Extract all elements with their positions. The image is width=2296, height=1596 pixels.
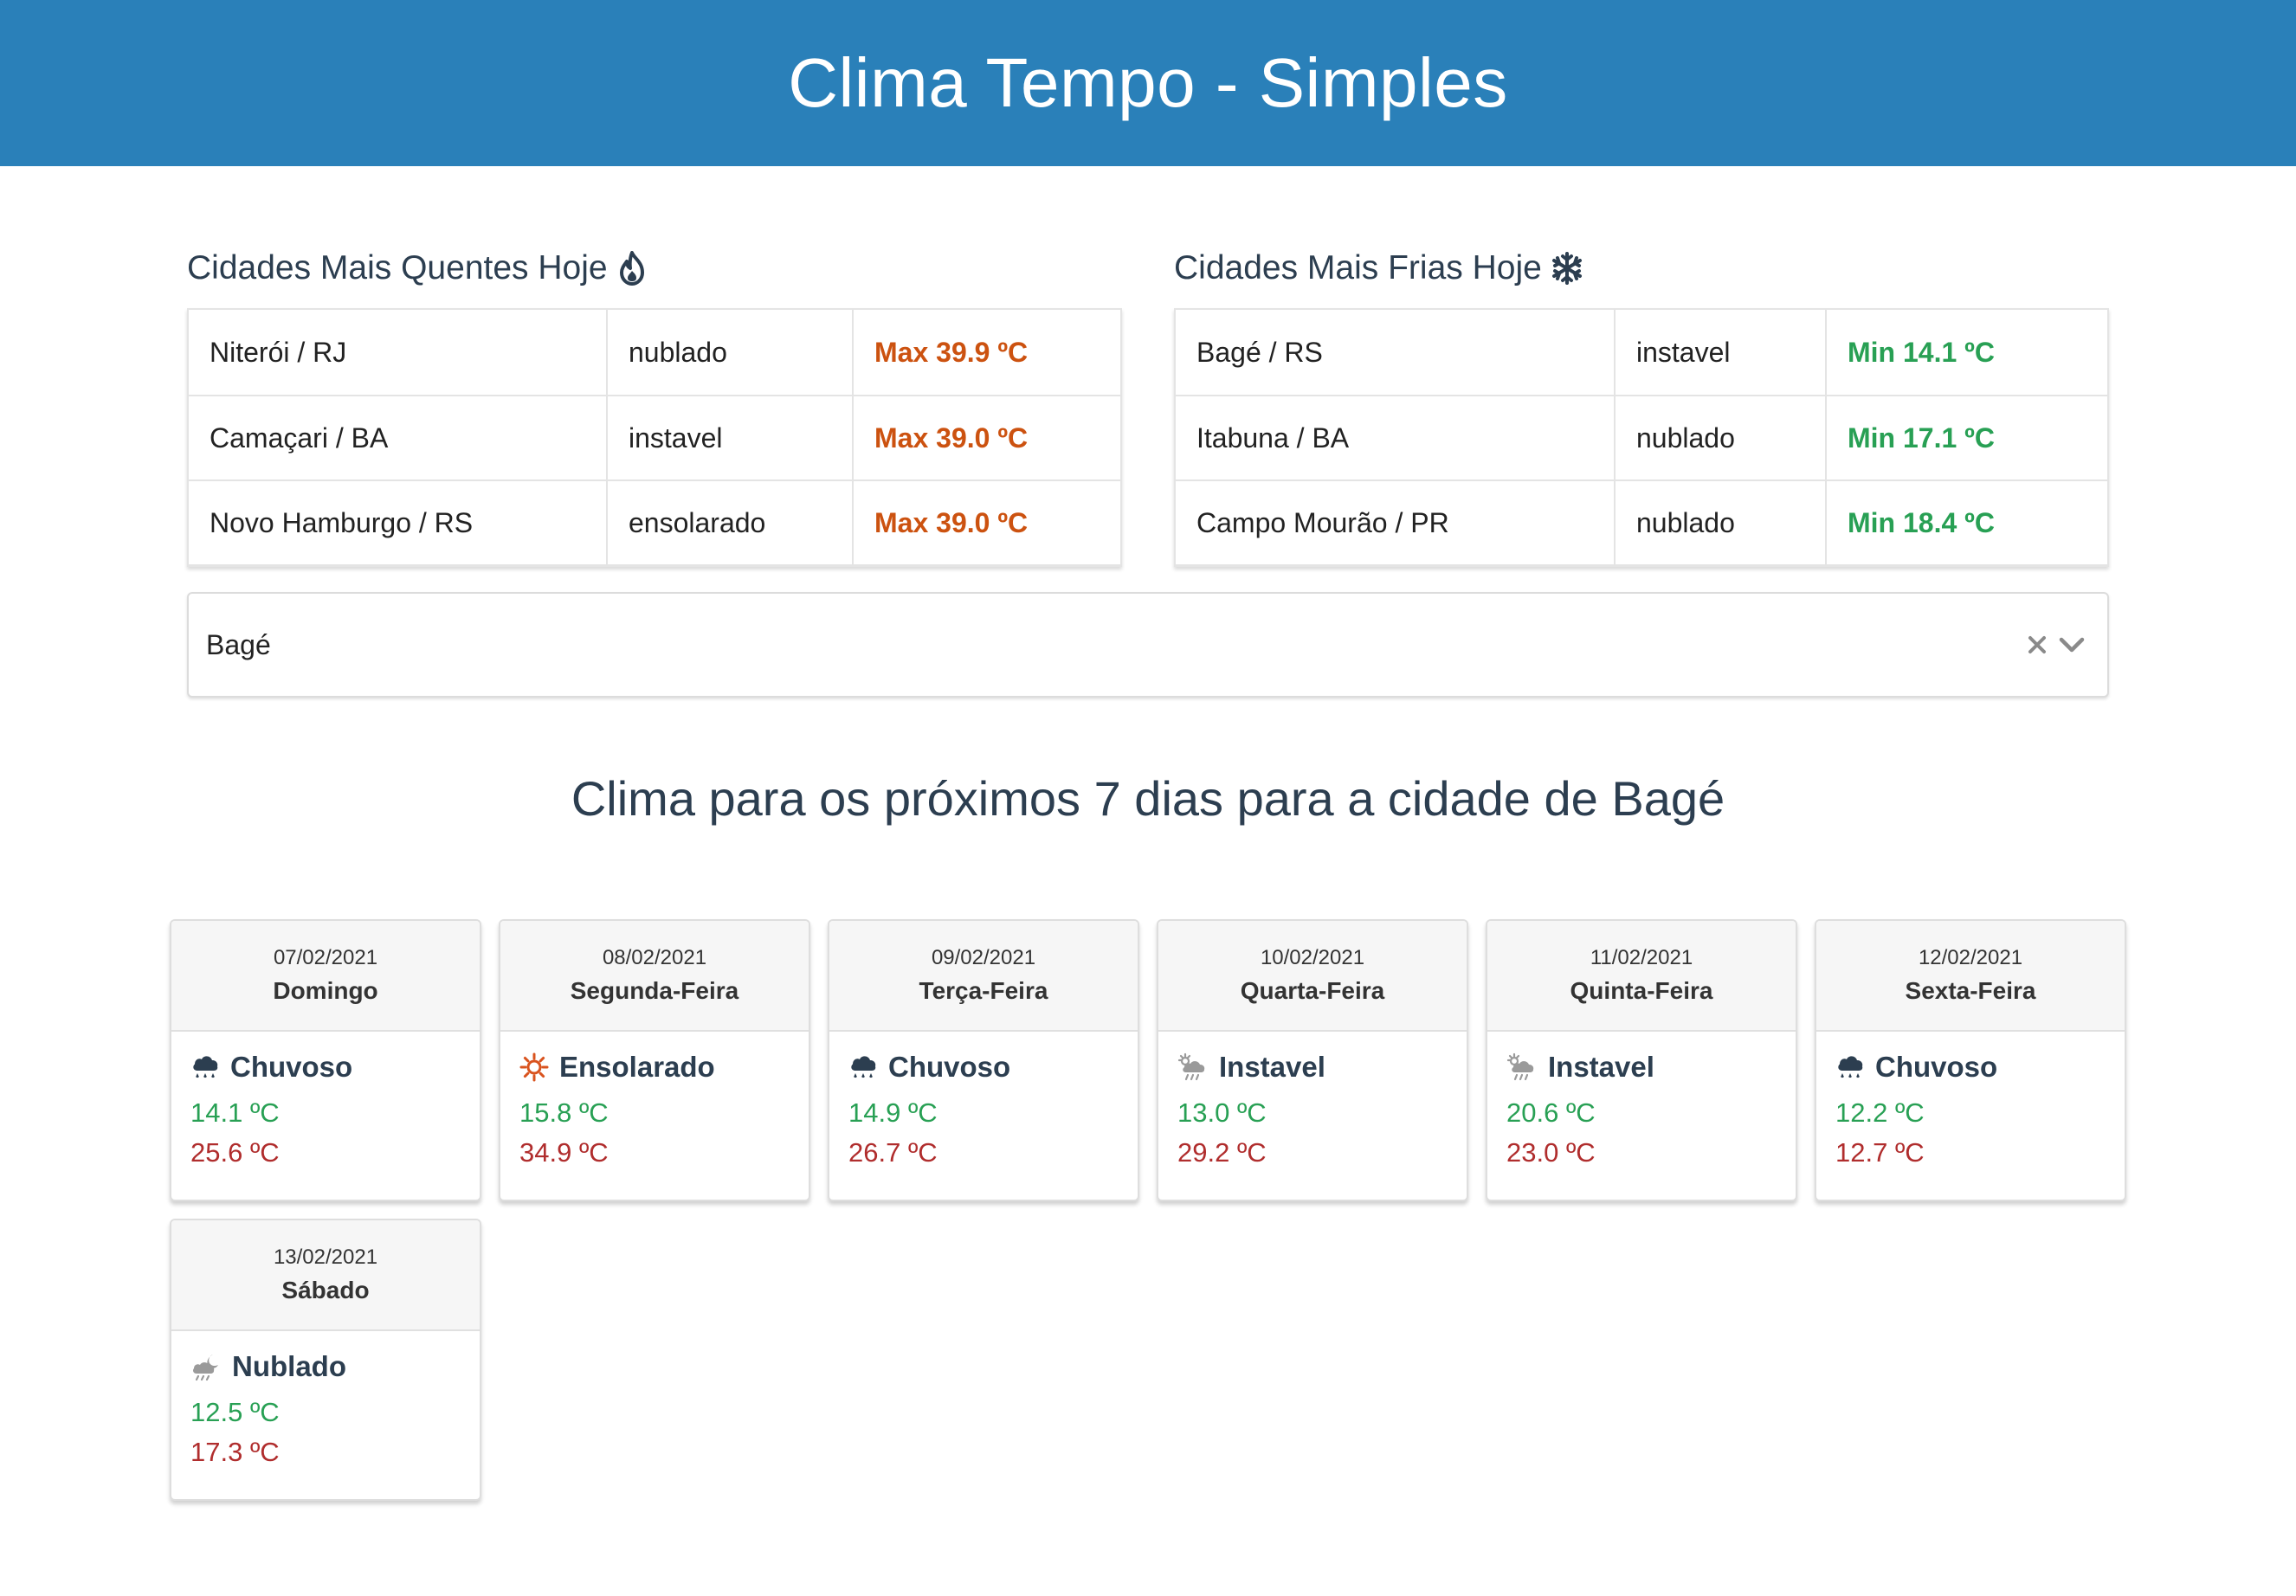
hottest-cities-table: Niterói / RJ nublado Max 39.9 ºC Camaçar… bbox=[187, 308, 1122, 567]
coldest-cities-label: Cidades Mais Frias Hoje bbox=[1174, 249, 1542, 286]
forecast-day-header: 09/02/2021 Terça-Feira bbox=[829, 921, 1138, 1032]
forecast-day-card: 07/02/2021 Domingo Chuvoso 14.1 ºC 25.6 … bbox=[170, 919, 481, 1201]
forecast-max-temp: 23.0 ºC bbox=[1506, 1137, 1596, 1168]
forecast-weekday: Sábado bbox=[281, 1277, 370, 1303]
city-select[interactable]: Bagé bbox=[187, 592, 2109, 698]
forecast-day-card: 13/02/2021 Sábado Nublado 12.5 ºC 17.3 º… bbox=[170, 1219, 481, 1501]
forecast-min-temp: 14.9 ºC bbox=[848, 1097, 938, 1128]
forecast-min-temp: 20.6 ºC bbox=[1506, 1097, 1596, 1128]
table-row: Camaçari / BA instavel Max 39.0 ºC bbox=[189, 395, 1120, 479]
forecast-weekday: Domingo bbox=[273, 977, 378, 1004]
forecast-max-temp: 17.3 ºC bbox=[190, 1437, 280, 1467]
city-condition: instavel bbox=[606, 396, 852, 479]
sun-icon bbox=[519, 1052, 549, 1082]
forecast-weekday: Quarta-Feira bbox=[1240, 977, 1385, 1004]
app-header: Clima Tempo - Simples bbox=[0, 0, 2296, 166]
city-name: Novo Hamburgo / RS bbox=[210, 506, 474, 538]
moon-rain-cloud-icon bbox=[190, 1352, 222, 1381]
forecast-min-temp: 13.0 ºC bbox=[1177, 1097, 1267, 1128]
city-min-temp: Min 18.4 ºC bbox=[1825, 481, 2107, 564]
forecast-min-temp: 12.5 ºC bbox=[190, 1397, 280, 1427]
close-icon bbox=[2028, 636, 2046, 653]
coldest-cities-title: Cidades Mais Frias Hoje bbox=[1174, 249, 1583, 287]
city-name: Itabuna / BA bbox=[1196, 422, 1350, 454]
chevron-down-icon bbox=[2059, 637, 2085, 653]
city-condition: instavel bbox=[1614, 310, 1825, 395]
forecast-day-card: 09/02/2021 Terça-Feira Chuvoso 14.9 ºC 2… bbox=[828, 919, 1139, 1201]
city-condition: nublado bbox=[606, 310, 852, 395]
rain-cloud-icon bbox=[848, 1052, 878, 1082]
forecast-day-header: 12/02/2021 Sexta-Feira bbox=[1816, 921, 2125, 1032]
dropdown-toggle-button[interactable] bbox=[2059, 636, 2085, 653]
city-max-temp: Max 39.0 ºC bbox=[852, 481, 1120, 564]
forecast-weekday: Terça-Feira bbox=[919, 977, 1048, 1004]
forecast-day-card: 12/02/2021 Sexta-Feira Chuvoso 12.2 ºC 1… bbox=[1815, 919, 2126, 1201]
forecast-min-temp: 12.2 ºC bbox=[1835, 1097, 1925, 1128]
city-max-temp: Max 39.9 ºC bbox=[852, 310, 1120, 395]
forecast-day-header: 10/02/2021 Quarta-Feira bbox=[1158, 921, 1467, 1032]
forecast-date: 07/02/2021 bbox=[273, 946, 378, 969]
sun-rain-cloud-icon bbox=[1177, 1052, 1209, 1082]
table-row: Itabuna / BA nublado Min 17.1 ºC bbox=[1176, 395, 2107, 479]
forecast-max-temp: 12.7 ºC bbox=[1835, 1137, 1925, 1168]
city-condition: nublado bbox=[1614, 396, 1825, 479]
city-min-temp: Min 14.1 ºC bbox=[1825, 310, 2107, 395]
forecast-day-header: 11/02/2021 Quinta-Feira bbox=[1487, 921, 1796, 1032]
forecast-min-temp: 15.8 ºC bbox=[519, 1097, 609, 1128]
forecast-date: 08/02/2021 bbox=[602, 946, 707, 969]
hottest-cities-label: Cidades Mais Quentes Hoje bbox=[187, 249, 608, 286]
app-title: Clima Tempo - Simples bbox=[788, 44, 1508, 121]
table-row: Bagé / RS instavel Min 14.1 ºC bbox=[1176, 310, 2107, 395]
snowflake-icon bbox=[1551, 252, 1582, 285]
table-row: Campo Mourão / PR nublado Min 18.4 ºC bbox=[1176, 479, 2107, 564]
table-row: Niterói / RJ nublado Max 39.9 ºC bbox=[189, 310, 1120, 395]
forecast-day-card: 08/02/2021 Segunda-Feira Ensolarado 15.8… bbox=[499, 919, 810, 1201]
city-select-value: Bagé bbox=[206, 628, 271, 660]
city-condition: nublado bbox=[1614, 481, 1825, 564]
forecast-weekday: Quinta-Feira bbox=[1570, 977, 1713, 1004]
clear-selection-button[interactable] bbox=[2028, 635, 2047, 654]
city-name: Campo Mourão / PR bbox=[1196, 506, 1449, 538]
forecast-max-temp: 34.9 ºC bbox=[519, 1137, 609, 1168]
forecast-day-header: 13/02/2021 Sábado bbox=[171, 1220, 480, 1331]
city-name: Niterói / RJ bbox=[210, 336, 347, 368]
city-max-temp: Max 39.0 ºC bbox=[852, 396, 1120, 479]
city-min-temp: Min 17.1 ºC bbox=[1825, 396, 2107, 479]
forecast-title: Clima para os próximos 7 dias para a cid… bbox=[571, 771, 1725, 826]
forecast-date: 12/02/2021 bbox=[1918, 946, 2023, 969]
forecast-date: 10/02/2021 bbox=[1260, 946, 1365, 969]
forecast-max-temp: 29.2 ºC bbox=[1177, 1137, 1267, 1168]
forecast-condition: Ensolarado bbox=[559, 1051, 715, 1083]
rain-cloud-icon bbox=[1835, 1052, 1865, 1082]
forecast-condition: Chuvoso bbox=[1875, 1051, 1998, 1083]
forecast-max-temp: 26.7 ºC bbox=[848, 1137, 938, 1168]
forecast-condition: Chuvoso bbox=[230, 1051, 353, 1083]
fire-icon bbox=[619, 251, 644, 286]
forecast-max-temp: 25.6 ºC bbox=[190, 1137, 280, 1168]
forecast-condition: Chuvoso bbox=[888, 1051, 1011, 1083]
forecast-condition: Instavel bbox=[1219, 1051, 1325, 1083]
sun-rain-cloud-icon bbox=[1506, 1052, 1538, 1082]
forecast-min-temp: 14.1 ºC bbox=[190, 1097, 280, 1128]
forecast-date: 11/02/2021 bbox=[1590, 946, 1693, 969]
forecast-condition: Instavel bbox=[1548, 1051, 1654, 1083]
city-name: Bagé / RS bbox=[1196, 336, 1323, 368]
forecast-date: 13/02/2021 bbox=[273, 1245, 378, 1269]
city-condition: ensolarado bbox=[606, 481, 852, 564]
forecast-day-card: 11/02/2021 Quinta-Feira Instavel 20.6 ºC… bbox=[1486, 919, 1797, 1201]
forecast-day-header: 07/02/2021 Domingo bbox=[171, 921, 480, 1032]
city-name: Camaçari / BA bbox=[210, 422, 389, 454]
forecast-weekday: Segunda-Feira bbox=[570, 977, 739, 1004]
forecast-weekday: Sexta-Feira bbox=[1905, 977, 2036, 1004]
forecast-date: 09/02/2021 bbox=[931, 946, 1036, 969]
table-row: Novo Hamburgo / RS ensolarado Max 39.0 º… bbox=[189, 479, 1120, 564]
forecast-day-header: 08/02/2021 Segunda-Feira bbox=[500, 921, 809, 1032]
forecast-condition: Nublado bbox=[232, 1350, 346, 1382]
forecast-day-card: 10/02/2021 Quarta-Feira Instavel 13.0 ºC… bbox=[1157, 919, 1468, 1201]
coldest-cities-table: Bagé / RS instavel Min 14.1 ºC Itabuna /… bbox=[1174, 308, 2109, 567]
hottest-cities-title: Cidades Mais Quentes Hoje bbox=[187, 249, 648, 287]
rain-cloud-icon bbox=[190, 1052, 220, 1082]
